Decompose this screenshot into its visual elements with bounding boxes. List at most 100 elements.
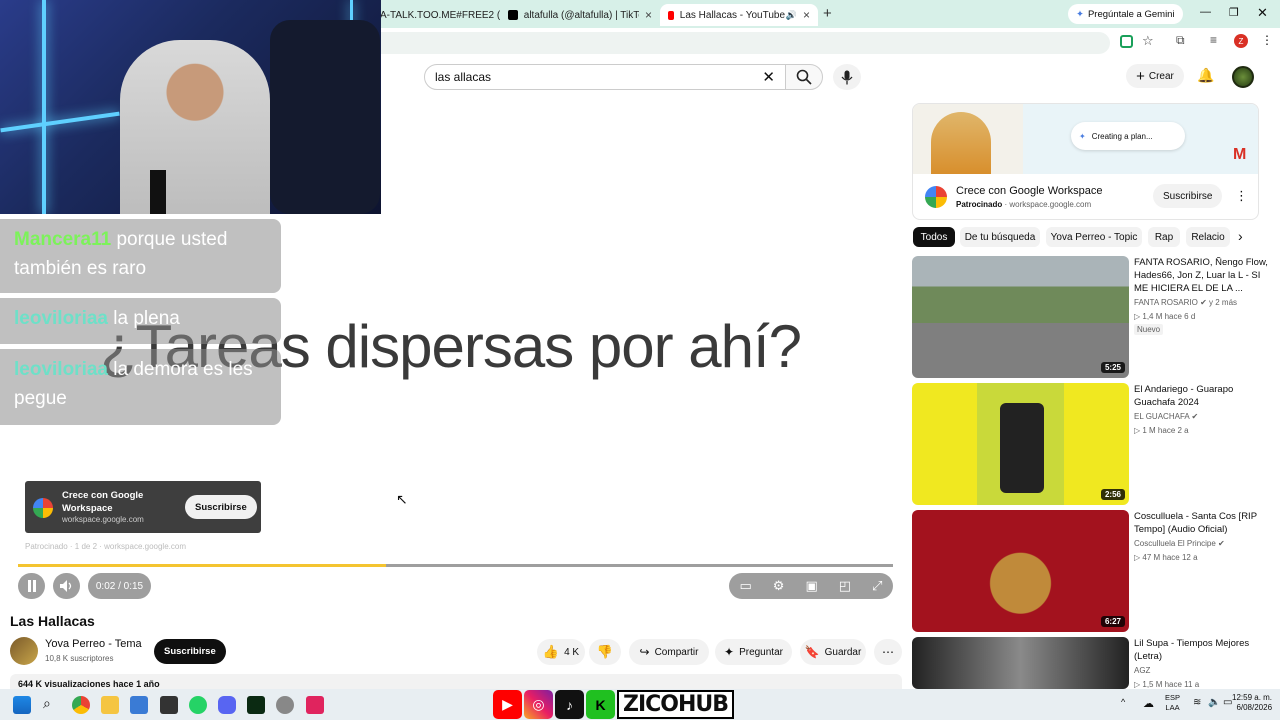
notifications-bell-icon[interactable]: 🔔 — [1197, 67, 1214, 84]
store-icon[interactable] — [130, 696, 148, 714]
settings-gear-icon[interactable]: ⚙ — [773, 578, 785, 594]
search-icon[interactable]: ⌕ — [43, 695, 51, 712]
create-button[interactable]: + Crear — [1126, 64, 1184, 88]
minimize-button[interactable]: — — [1200, 6, 1211, 18]
tab-talk[interactable]: A-TALK.TOO.ME#FREE2 (p × — [372, 4, 500, 26]
media-icon[interactable]: ≡ — [1210, 33, 1217, 47]
chevron-up-icon[interactable]: ^ — [1121, 697, 1125, 707]
channel-name[interactable]: Cosculluela El Principe — [1134, 539, 1216, 548]
tab-youtube[interactable]: Las Hallacas - YouTube 🔊 × — [660, 4, 818, 26]
channel-name[interactable]: AGZ — [1134, 666, 1150, 675]
windows-start-icon[interactable] — [13, 696, 31, 714]
save-button[interactable]: 🔖 Guardar — [800, 639, 866, 665]
whatsapp-icon[interactable] — [189, 696, 207, 714]
address-bar[interactable] — [360, 32, 1110, 54]
extensions-icon[interactable]: ⧉ — [1176, 33, 1185, 48]
speaker-icon[interactable]: 🔊 — [786, 10, 797, 21]
language-indicator[interactable]: ESP LAA — [1165, 693, 1180, 713]
profile-avatar[interactable]: Z — [1234, 34, 1248, 48]
recommendation-item[interactable]: Lil Supa - Tiempos Mejores (Letra) AGZ ▷… — [912, 637, 1272, 689]
subscribe-button[interactable]: Suscribirse — [154, 639, 226, 664]
thumbs-down-icon: 👎 — [596, 644, 614, 659]
channel-avatar[interactable] — [10, 637, 38, 665]
chat-message: leoviloriaa la plena — [0, 298, 281, 344]
volume-button[interactable] — [53, 573, 80, 599]
ad-subscribe-button[interactable]: Suscribirse — [1153, 184, 1223, 208]
gemini-label: Pregúntale a Gemini — [1087, 8, 1175, 20]
ad-banner-image: ✦ Creating a plan... M — [913, 104, 1258, 174]
bookmark-icon: 🔖 — [804, 645, 820, 659]
share-label: Compartir — [654, 646, 699, 658]
chip-related[interactable]: Relacio — [1186, 227, 1230, 247]
streamer — [120, 40, 270, 214]
chip-rap[interactable]: Rap — [1148, 227, 1180, 247]
video-title[interactable]: Cosculluela - Santa Cos [RIP Tempo] (Aud… — [1134, 510, 1274, 536]
cast-icon[interactable] — [1120, 35, 1133, 48]
new-tab-button[interactable]: + — [823, 5, 832, 22]
ad-domain: workspace.google.com — [1009, 200, 1092, 209]
close-icon[interactable]: × — [645, 8, 652, 22]
app-icon[interactable] — [160, 696, 178, 714]
app-icon[interactable] — [306, 696, 324, 714]
kick-icon: K — [586, 690, 615, 719]
ad-person-image — [931, 112, 991, 174]
search-input[interactable]: las allacas ✕ — [424, 64, 786, 90]
pause-button[interactable] — [18, 573, 45, 599]
volume-icon[interactable]: 🔈 — [1208, 697, 1220, 708]
recommendation-item[interactable]: 2:56 El Andariego - Guarapo Guachafa 202… — [912, 383, 1272, 505]
channel-name[interactable]: Yova Perreo - Tema — [45, 638, 142, 650]
chevron-right-icon[interactable]: › — [1238, 228, 1243, 244]
search-button[interactable] — [785, 64, 823, 90]
clear-search-icon[interactable]: ✕ — [762, 68, 775, 86]
tab-tiktok[interactable]: altafulla (@altafulla) | TikTok × — [500, 4, 660, 26]
channel-name[interactable]: FANTA ROSARIO — [1134, 298, 1198, 307]
app-icon[interactable] — [276, 696, 294, 714]
video-thumbnail[interactable]: 2:56 — [912, 383, 1129, 505]
subscriber-count: 10,8 K suscriptores — [45, 654, 114, 663]
ask-button[interactable]: ✦ Preguntar — [715, 639, 792, 665]
bookmark-star-icon[interactable]: ☆ — [1142, 33, 1154, 49]
video-duration: 5:25 — [1100, 362, 1125, 373]
fullscreen-icon[interactable]: ⤢ — [872, 578, 882, 594]
account-avatar[interactable] — [1232, 66, 1254, 88]
chip-from-search[interactable]: De tu búsqueda — [960, 227, 1040, 247]
voice-search-button[interactable] — [833, 64, 861, 90]
share-button[interactable]: ↪ Compartir — [629, 639, 709, 665]
chrome-icon[interactable] — [72, 696, 90, 714]
menu-icon[interactable]: ⋮ — [1261, 33, 1273, 47]
file-explorer-icon[interactable] — [101, 696, 119, 714]
channel-name[interactable]: EL GUACHAFA — [1134, 412, 1189, 421]
thumbs-up-icon: 👍 — [542, 644, 560, 659]
video-thumbnail[interactable]: 5:25 — [912, 256, 1129, 378]
miniplayer-icon[interactable]: ▣ — [805, 578, 817, 594]
close-window-button[interactable]: ✕ — [1257, 5, 1268, 21]
more-actions-button[interactable]: ⋯ — [874, 639, 902, 665]
ad-overlay-card[interactable]: Crece con Google Workspace workspace.goo… — [25, 481, 261, 533]
chat-user: leoviloriaa — [14, 359, 108, 380]
microphone — [150, 170, 166, 214]
close-icon[interactable]: × — [803, 8, 810, 22]
wifi-icon[interactable]: ≋ — [1193, 697, 1201, 708]
recommendation-item[interactable]: 5:25 FANTA ROSARIO, Ñengo Flow, Hades66,… — [912, 256, 1272, 378]
subtitles-icon[interactable]: ▭ — [740, 578, 752, 594]
like-button[interactable]: 👍 4 K — [537, 639, 585, 665]
video-thumbnail[interactable]: 6:27 — [912, 510, 1129, 632]
dislike-button[interactable]: 👎 — [589, 639, 621, 665]
video-title[interactable]: Lil Supa - Tiempos Mejores (Letra) — [1134, 637, 1272, 663]
recommendation-item[interactable]: 6:27 Cosculluela - Santa Cos [RIP Tempo]… — [912, 510, 1272, 632]
progress-bar-fill — [18, 564, 386, 567]
more-vertical-icon[interactable]: ⋮ — [1235, 188, 1248, 204]
discord-icon[interactable] — [218, 696, 236, 714]
gemini-button[interactable]: ✦ Pregúntale a Gemini — [1068, 4, 1183, 24]
video-thumbnail[interactable] — [912, 637, 1129, 689]
app-icon[interactable] — [247, 696, 265, 714]
maximize-button[interactable]: ❐ — [1229, 6, 1239, 19]
cast-icon[interactable]: ◰ — [839, 578, 851, 594]
chip-all[interactable]: Todos — [913, 227, 955, 247]
clock[interactable]: 12:59 a. m. 6/08/2026 — [1232, 693, 1272, 713]
ad-subscribe-button[interactable]: Suscribirse — [185, 495, 257, 519]
chip-yova-perreo[interactable]: Yova Perreo - Topic — [1046, 227, 1142, 247]
video-title[interactable]: El Andariego - Guarapo Guachafa 2024 — [1134, 383, 1274, 409]
video-title[interactable]: FANTA ROSARIO, Ñengo Flow, Hades66, Jon … — [1134, 256, 1274, 295]
sidebar-ad[interactable]: ✦ Creating a plan... M Crece con Google … — [912, 103, 1259, 220]
